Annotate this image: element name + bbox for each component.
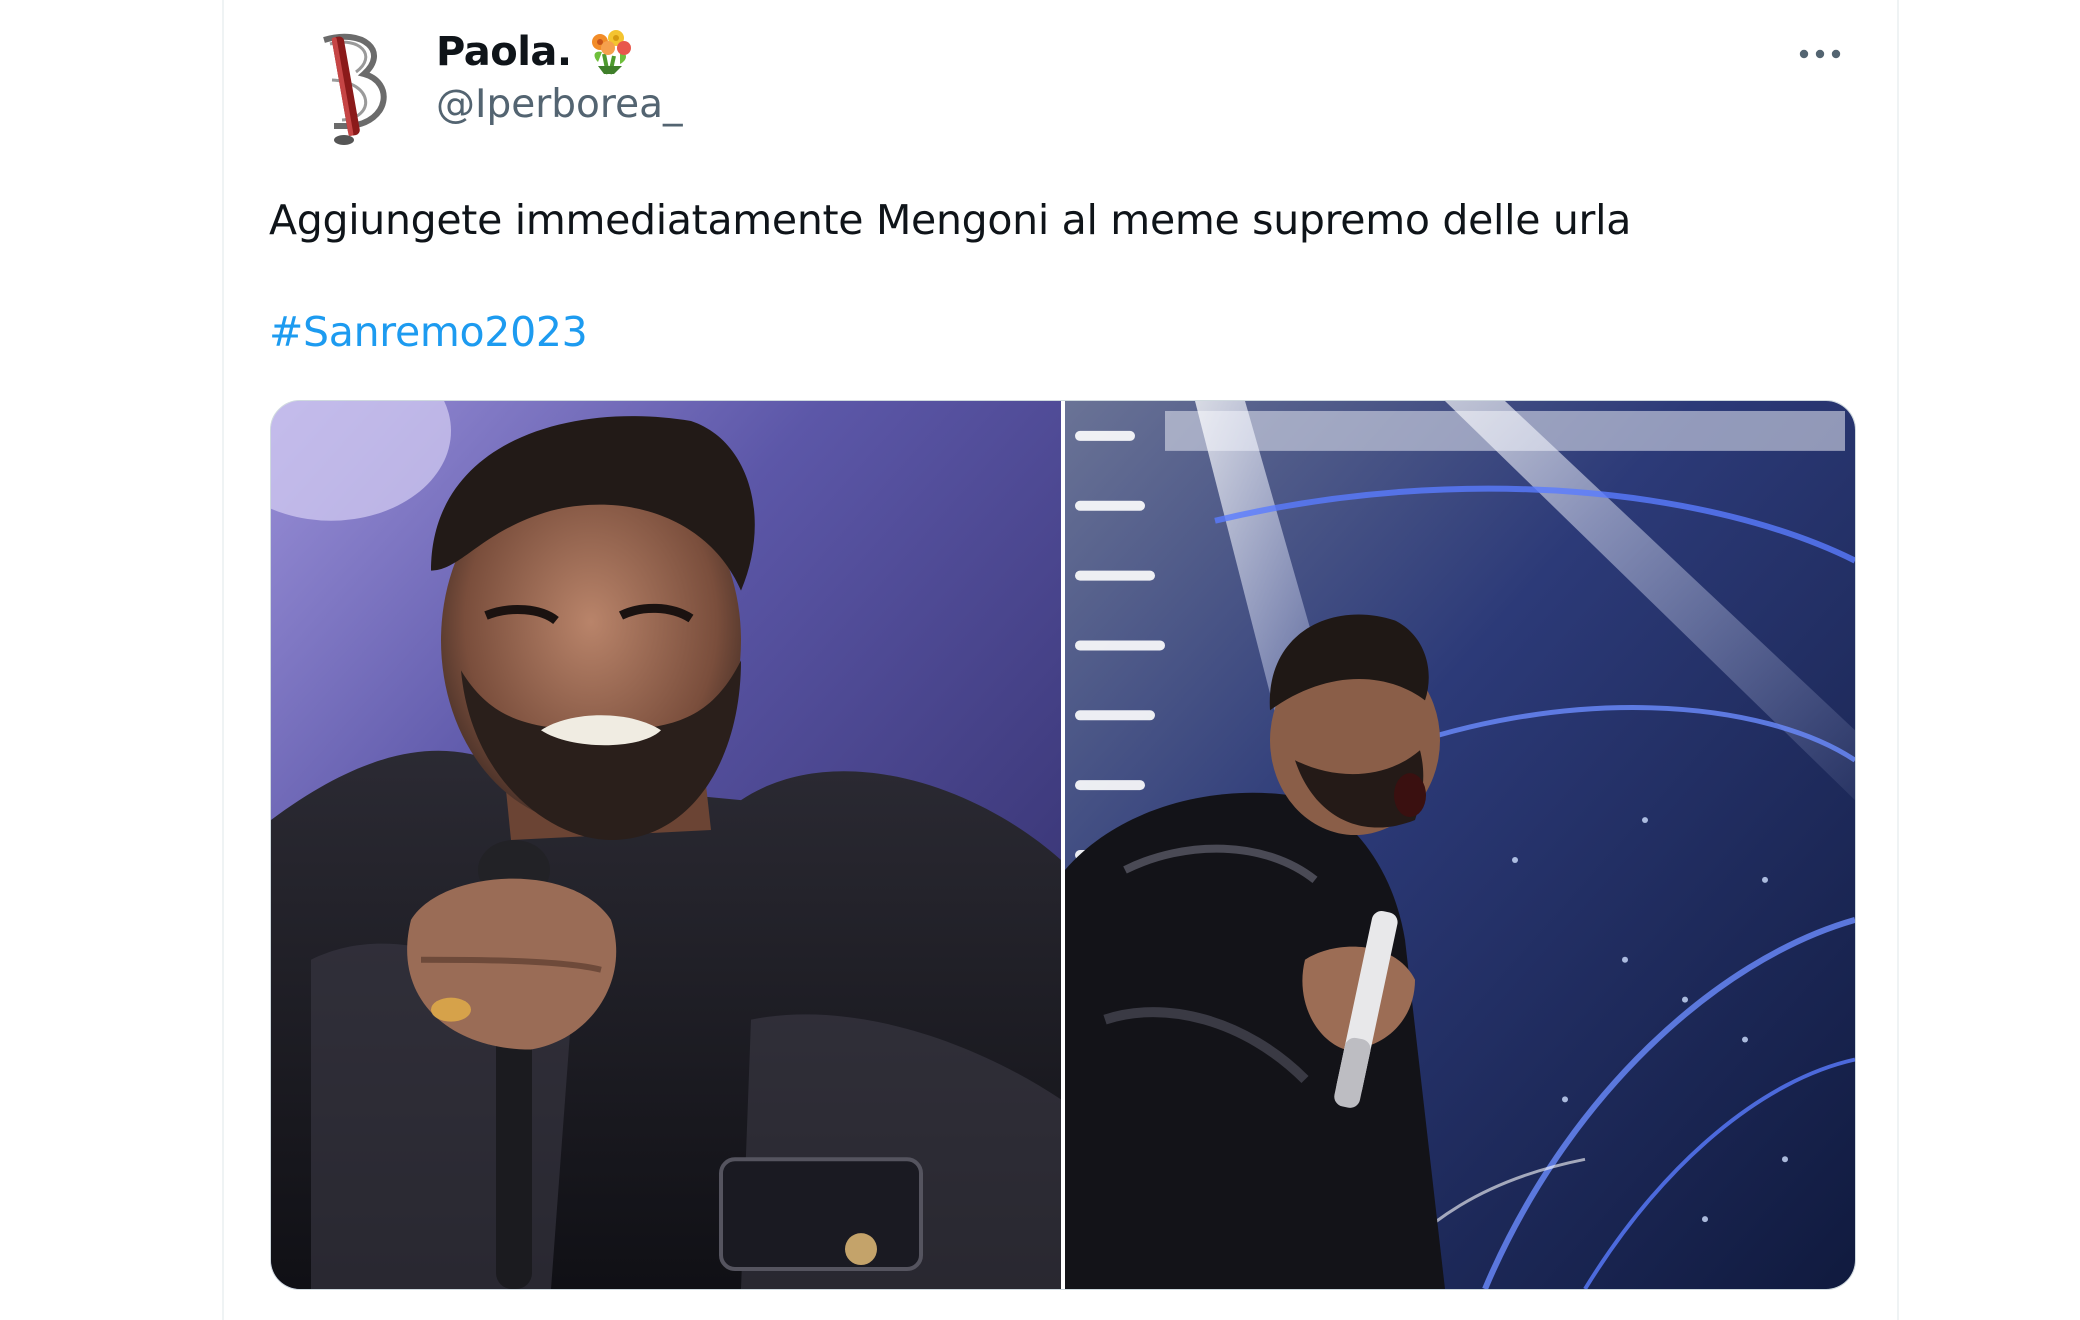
tweet-text: Aggiungete immediatamente Mengoni al mem… bbox=[269, 196, 1632, 244]
page: Paola. @Iperborea_ Aggiungete immediatam… bbox=[0, 0, 2080, 1320]
author-handle[interactable]: @Iperborea_ bbox=[436, 82, 682, 127]
media-photo-left[interactable] bbox=[271, 401, 1061, 1289]
bouquet-emoji-icon bbox=[584, 26, 636, 78]
more-options-icon bbox=[1799, 49, 1841, 59]
author-avatar[interactable] bbox=[294, 22, 406, 150]
media-photo-right[interactable] bbox=[1065, 401, 1855, 1289]
author-name-row[interactable]: Paola. bbox=[436, 24, 636, 80]
photo-stage-singer-icon bbox=[1065, 401, 1855, 1289]
media-grid bbox=[270, 400, 1856, 1290]
photo-closeup-singer-icon bbox=[271, 401, 1061, 1289]
more-options-button[interactable] bbox=[1788, 32, 1852, 76]
tweet-card[interactable]: Paola. @Iperborea_ Aggiungete immediatam… bbox=[222, 0, 1899, 1320]
author-display-name[interactable]: Paola. bbox=[436, 29, 572, 75]
avatar-logo-icon bbox=[294, 22, 406, 150]
hashtag-link[interactable]: #Sanremo2023 bbox=[269, 308, 588, 356]
